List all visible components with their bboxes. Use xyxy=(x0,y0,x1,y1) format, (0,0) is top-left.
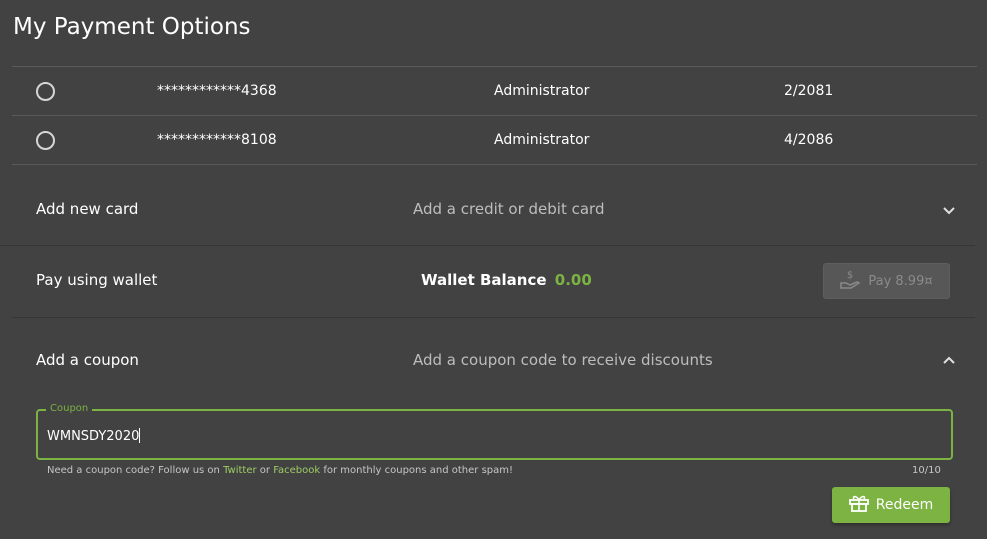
coupon-panel-header[interactable]: Add a coupon Add a coupon code to receiv… xyxy=(0,318,987,398)
add-card-panel[interactable]: Add new card Add a credit or debit card xyxy=(0,165,987,245)
pay-wallet-button[interactable]: $ Pay 8.99¤ xyxy=(823,263,950,299)
hand-coin-icon: $ xyxy=(840,269,862,293)
character-counter: 10/10 xyxy=(912,465,941,476)
card-radio[interactable] xyxy=(36,82,55,101)
card-holder: Administrator xyxy=(494,83,590,99)
card-radio[interactable] xyxy=(36,131,55,150)
page-title: My Payment Options xyxy=(13,14,251,40)
add-card-label: Add new card xyxy=(36,200,139,218)
coupon-label: Add a coupon xyxy=(36,351,139,369)
pay-wallet-label: Pay 8.99¤ xyxy=(868,273,933,289)
coupon-hint: Need a coupon code? Follow us on Twitter… xyxy=(47,465,513,476)
card-expiry: 4/2086 xyxy=(784,132,834,148)
redeem-button[interactable]: Redeem xyxy=(832,487,950,523)
wallet-balance: Wallet Balance 0.00 xyxy=(421,271,592,289)
card-number: ************8108 xyxy=(157,132,277,148)
coupon-field: Coupon WMNSDY2020 xyxy=(36,403,953,460)
chevron-down-icon[interactable] xyxy=(940,202,958,220)
card-number: ************4368 xyxy=(157,83,277,99)
wallet-balance-label: Wallet Balance xyxy=(421,271,547,289)
wallet-label: Pay using wallet xyxy=(36,271,158,289)
svg-text:$: $ xyxy=(847,270,853,281)
coupon-input-value: WMNSDY2020 xyxy=(47,429,140,444)
card-expiry: 2/2081 xyxy=(784,83,834,99)
facebook-link[interactable]: Facebook xyxy=(273,465,320,476)
hint-text: for monthly coupons and other spam! xyxy=(320,465,514,476)
card-row[interactable]: ************8108 Administrator 4/2086 xyxy=(12,116,977,165)
gift-icon xyxy=(848,494,869,516)
wallet-balance-value: 0.00 xyxy=(554,271,592,289)
twitter-link[interactable]: Twitter xyxy=(223,465,257,476)
coupon-field-label: Coupon xyxy=(46,403,93,414)
card-holder: Administrator xyxy=(494,132,590,148)
redeem-label: Redeem xyxy=(875,497,934,513)
add-card-description: Add a credit or debit card xyxy=(413,200,605,218)
saved-cards-list: ************4368 Administrator 2/2081 **… xyxy=(12,66,977,165)
text-caret xyxy=(139,428,141,443)
card-row[interactable]: ************4368 Administrator 2/2081 xyxy=(12,67,977,116)
hint-text: or xyxy=(256,465,274,476)
chevron-up-icon[interactable] xyxy=(940,351,958,369)
coupon-description: Add a coupon code to receive discounts xyxy=(413,351,713,369)
hint-text: Need a coupon code? Follow us on xyxy=(47,465,224,476)
coupon-input[interactable]: WMNSDY2020 xyxy=(47,428,937,444)
divider xyxy=(0,245,975,246)
